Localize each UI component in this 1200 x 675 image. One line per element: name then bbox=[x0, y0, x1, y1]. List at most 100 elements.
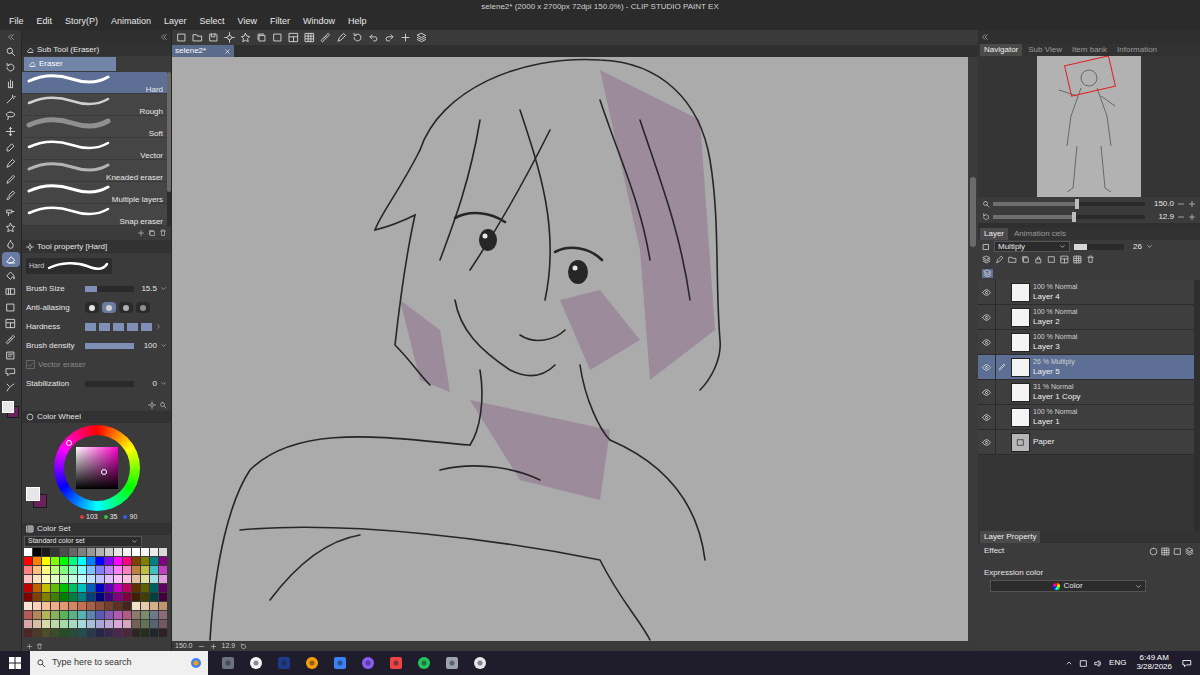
color-swatch[interactable] bbox=[87, 575, 95, 583]
color-swatch[interactable] bbox=[42, 557, 50, 565]
panel-tab[interactable]: Navigator bbox=[980, 44, 1022, 56]
panel-tab[interactable]: Animation cels bbox=[1010, 228, 1070, 240]
color-swatch[interactable] bbox=[114, 611, 122, 619]
color-swatch[interactable] bbox=[51, 620, 59, 628]
color-swatch[interactable] bbox=[78, 566, 86, 574]
clip-icon[interactable] bbox=[1047, 255, 1056, 264]
color-swatch[interactable] bbox=[51, 611, 59, 619]
collapse-icon[interactable] bbox=[981, 33, 989, 41]
menu-item[interactable]: Edit bbox=[37, 15, 53, 29]
file-explorer-icon[interactable] bbox=[304, 655, 320, 671]
color-swatch[interactable] bbox=[78, 629, 86, 637]
color-swatch[interactable] bbox=[69, 620, 77, 628]
discord-icon[interactable] bbox=[360, 655, 376, 671]
anti-aliasing-option[interactable] bbox=[85, 302, 99, 313]
color-swatch[interactable] bbox=[87, 566, 95, 574]
draft-icon[interactable] bbox=[1073, 255, 1082, 264]
color-swatch[interactable] bbox=[114, 575, 122, 583]
color-swatch[interactable] bbox=[87, 584, 95, 592]
menu-item[interactable]: Story(P) bbox=[65, 15, 98, 29]
color-swatch[interactable] bbox=[150, 557, 158, 565]
color-swatch[interactable] bbox=[87, 611, 95, 619]
network-icon[interactable] bbox=[1079, 659, 1088, 668]
color-swatch[interactable] bbox=[132, 575, 140, 583]
panel-tab[interactable]: Item bank bbox=[1068, 44, 1111, 56]
color-swatch[interactable] bbox=[78, 620, 86, 628]
spotify-icon[interactable] bbox=[416, 655, 432, 671]
color-swatch[interactable] bbox=[159, 557, 167, 565]
color-swatch[interactable] bbox=[141, 611, 149, 619]
layer-row[interactable]: 100 % NormalLayer 1 bbox=[978, 405, 1194, 430]
ruler-icon[interactable] bbox=[320, 32, 331, 43]
color-swatch[interactable] bbox=[24, 548, 32, 556]
trash-icon[interactable] bbox=[159, 229, 167, 237]
color-swatch[interactable] bbox=[33, 557, 41, 565]
color-swatch[interactable] bbox=[150, 584, 158, 592]
color-swatch[interactable] bbox=[24, 602, 32, 610]
color-swatch[interactable] bbox=[132, 629, 140, 637]
color-swatch[interactable] bbox=[42, 584, 50, 592]
color-swatch[interactable] bbox=[105, 557, 113, 565]
color-swatch[interactable] bbox=[123, 593, 131, 601]
tool-button[interactable] bbox=[2, 204, 20, 219]
color-swatch[interactable] bbox=[96, 629, 104, 637]
color-swatch[interactable] bbox=[51, 548, 59, 556]
eye-icon[interactable] bbox=[978, 430, 996, 454]
notifications-icon[interactable] bbox=[1182, 658, 1192, 668]
view-frame[interactable] bbox=[1064, 56, 1116, 97]
rotate-value[interactable]: 12.9 bbox=[1148, 211, 1174, 223]
color-swatch[interactable] bbox=[60, 548, 68, 556]
color-swatch[interactable] bbox=[159, 575, 167, 583]
duplicate-icon[interactable] bbox=[148, 229, 156, 237]
color-swatch[interactable] bbox=[159, 629, 167, 637]
color-swatch[interactable] bbox=[42, 593, 50, 601]
edit-target[interactable] bbox=[996, 380, 1008, 404]
color-swatch[interactable] bbox=[159, 620, 167, 628]
main-color[interactable] bbox=[26, 487, 40, 501]
zoom-icon[interactable] bbox=[982, 200, 990, 208]
zoom-in-icon[interactable] bbox=[210, 643, 217, 650]
vertical-scrollbar[interactable] bbox=[968, 57, 978, 641]
color-swatch[interactable] bbox=[132, 620, 140, 628]
color-value[interactable]: 103 bbox=[80, 512, 98, 523]
color-swatch[interactable] bbox=[150, 620, 158, 628]
color-swatch[interactable] bbox=[123, 575, 131, 583]
color-swatch[interactable] bbox=[114, 566, 122, 574]
eye-icon[interactable] bbox=[978, 380, 996, 404]
delete-icon[interactable] bbox=[1086, 255, 1095, 264]
tool-button[interactable] bbox=[2, 236, 20, 251]
edit-target[interactable] bbox=[996, 280, 1008, 304]
panel-tab[interactable]: Information bbox=[1113, 44, 1161, 56]
color-swatch[interactable] bbox=[150, 611, 158, 619]
tool-button[interactable] bbox=[2, 252, 20, 267]
rotate-icon[interactable] bbox=[352, 32, 363, 43]
color-swatch[interactable] bbox=[105, 566, 113, 574]
extract-line-icon[interactable] bbox=[1173, 547, 1182, 556]
open-icon[interactable] bbox=[192, 32, 203, 43]
property-value[interactable]: 15.5 bbox=[137, 283, 157, 295]
property-value[interactable]: 100 bbox=[137, 340, 157, 352]
menu-item[interactable]: Help bbox=[348, 15, 367, 29]
color-swatch[interactable] bbox=[87, 629, 95, 637]
property-slider[interactable] bbox=[85, 381, 134, 387]
language-indicator[interactable]: ENG bbox=[1109, 657, 1126, 669]
grid-icon[interactable] bbox=[304, 32, 315, 43]
color-swatch[interactable] bbox=[33, 566, 41, 574]
tool-button[interactable] bbox=[2, 300, 20, 315]
spin-icon[interactable] bbox=[160, 342, 167, 349]
scrollbar-thumb[interactable] bbox=[970, 177, 976, 247]
layers-icon[interactable] bbox=[416, 32, 427, 43]
color-swatch[interactable] bbox=[141, 584, 149, 592]
color-swatch[interactable] bbox=[78, 611, 86, 619]
color-swatch[interactable] bbox=[51, 575, 59, 583]
color-swatch[interactable] bbox=[51, 629, 59, 637]
layer-row[interactable]: 31 % NormalLayer 1 Copy bbox=[978, 380, 1194, 405]
color-swatch[interactable] bbox=[159, 611, 167, 619]
color-swatch[interactable] bbox=[87, 602, 95, 610]
color-swatch[interactable] bbox=[33, 602, 41, 610]
expression-color-dropdown[interactable]: Color bbox=[990, 580, 1146, 592]
tool-button[interactable] bbox=[2, 348, 20, 363]
zoom-value[interactable]: 150.0 bbox=[1148, 198, 1174, 210]
tool-button[interactable] bbox=[2, 268, 20, 283]
sub-tool-item[interactable]: Soft bbox=[22, 116, 167, 138]
